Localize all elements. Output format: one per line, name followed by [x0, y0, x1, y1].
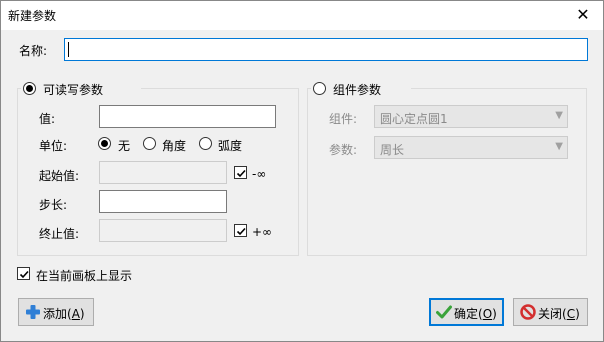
end-infinity-label: +∞: [252, 225, 273, 239]
component-param-label: 组件参数: [333, 83, 382, 97]
close-button[interactable]: 关闭(C): [513, 298, 588, 326]
unit-label: 单位:: [39, 139, 68, 153]
unit-degree-radio[interactable]: [143, 137, 156, 150]
show-on-board-label: 在当前画板上显示: [36, 269, 133, 283]
start-infinity-checkbox[interactable]: [234, 166, 247, 179]
ok-mnemonic: O: [482, 307, 493, 321]
unit-radian-label: 弧度: [218, 139, 243, 153]
rw-param-label: 可读写参数: [43, 83, 104, 97]
param-select[interactable]: 周长 ▼: [374, 136, 568, 159]
no-entry-icon: [520, 304, 536, 320]
start-value-label: 起始值:: [39, 169, 80, 183]
chevron-down-icon: ▼: [555, 141, 563, 152]
component-label: 组件:: [329, 112, 358, 126]
close-button-label: 关闭: [538, 307, 563, 321]
add-mnemonic: A: [71, 307, 80, 321]
add-button-label: 添加: [43, 307, 68, 321]
rw-group-header: 可读写参数: [21, 80, 141, 98]
chevron-down-icon: ▼: [555, 110, 563, 121]
unit-none-radio[interactable]: [98, 137, 111, 150]
close-mnemonic: C: [566, 307, 576, 321]
add-button[interactable]: 添加(A): [18, 298, 94, 326]
component-group-header: 组件参数: [311, 80, 411, 98]
value-input[interactable]: [99, 105, 276, 128]
param-label: 参数:: [329, 143, 358, 157]
plus-icon: [26, 305, 40, 319]
unit-none-label: 无: [118, 139, 131, 153]
step-label: 步长:: [39, 198, 68, 212]
close-window-icon[interactable]: ✕: [573, 5, 593, 25]
rw-param-radio[interactable]: [23, 82, 36, 95]
start-value-input[interactable]: [99, 161, 227, 184]
step-input[interactable]: [99, 190, 227, 213]
ok-button-label: 确定: [454, 307, 479, 321]
name-input[interactable]: [64, 38, 588, 61]
ok-button[interactable]: 确定(O): [429, 298, 504, 326]
value-label: 值:: [39, 112, 56, 126]
title-bar: 新建参数 ✕: [1, 1, 603, 30]
show-on-board-checkbox[interactable]: [17, 267, 30, 280]
window-title: 新建参数: [8, 9, 57, 23]
text-caret: [68, 42, 69, 57]
new-parameter-dialog: 新建参数 ✕ 名称: 可读写参数 值: 单位: 无 角度 弧度 起始值: -∞ …: [0, 0, 604, 342]
end-value-label: 终止值:: [39, 227, 80, 241]
name-label: 名称:: [19, 44, 48, 58]
unit-degree-label: 角度: [162, 139, 187, 153]
component-param-radio[interactable]: [313, 82, 326, 95]
unit-radian-radio[interactable]: [199, 137, 212, 150]
checkmark-icon: [436, 305, 452, 319]
end-value-input[interactable]: [99, 219, 227, 242]
end-infinity-checkbox[interactable]: [234, 224, 247, 237]
param-select-value: 周长: [380, 143, 405, 157]
component-select-value: 圆心定点圆1: [380, 112, 448, 126]
start-infinity-label: -∞: [252, 167, 267, 181]
component-select[interactable]: 圆心定点圆1 ▼: [374, 105, 568, 128]
